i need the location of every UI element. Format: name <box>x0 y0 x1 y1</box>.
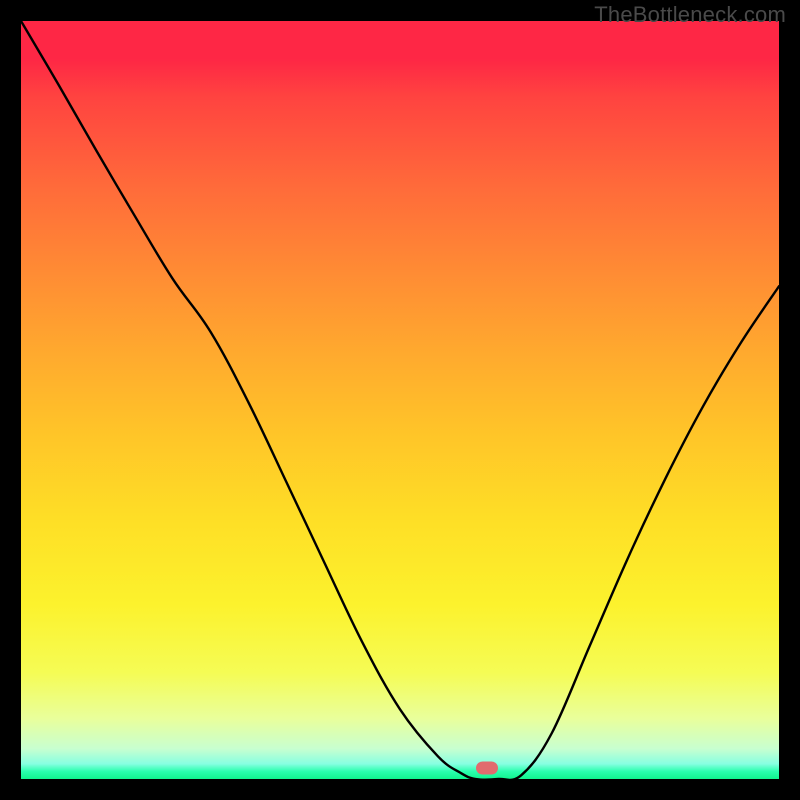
optimal-point-marker <box>476 761 498 774</box>
watermark-text: TheBottleneck.com <box>594 2 786 28</box>
plot-area <box>21 21 779 779</box>
bottleneck-curve <box>21 21 779 779</box>
chart-frame: TheBottleneck.com <box>0 0 800 800</box>
